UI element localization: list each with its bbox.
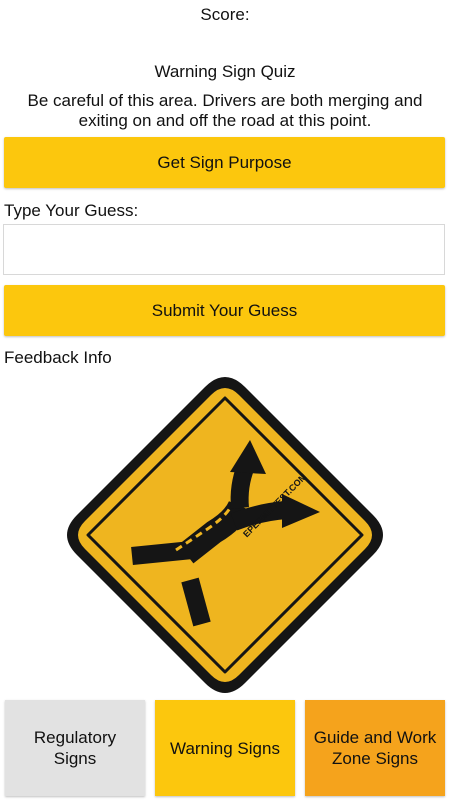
regulatory-signs-button[interactable]: Regulatory Signs — [5, 700, 145, 796]
guess-input[interactable] — [3, 224, 445, 275]
score-label: Score: — [200, 5, 250, 24]
quiz-title: Warning Sign Quiz — [154, 62, 296, 81]
feedback-info-label: Feedback Info — [4, 348, 112, 367]
warning-signs-button[interactable]: Warning Signs — [155, 700, 295, 796]
quiz-screen: Score: Warning Sign Quiz Be careful of t… — [0, 0, 450, 800]
merge-exit-warning-sign-icon — [67, 377, 383, 693]
guess-label: Type Your Guess: — [4, 201, 139, 220]
submit-guess-button[interactable]: Submit Your Guess — [4, 285, 445, 336]
get-sign-purpose-button[interactable]: Get Sign Purpose — [4, 137, 445, 188]
guide-and-work-zone-signs-button[interactable]: Guide and Work Zone Signs — [305, 700, 445, 796]
sign-description: Be careful of this area. Drivers are bot… — [27, 91, 423, 130]
